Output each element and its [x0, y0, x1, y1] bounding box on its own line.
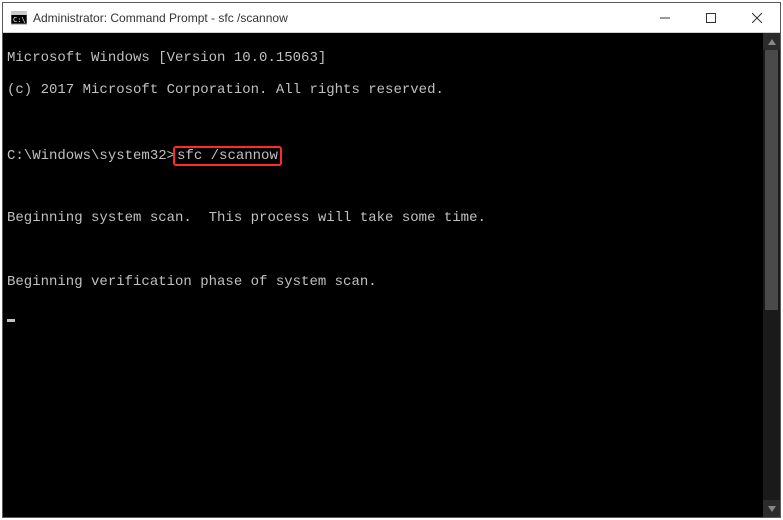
- window-title: Administrator: Command Prompt - sfc /sca…: [33, 11, 288, 25]
- command-highlight: sfc /scannow: [173, 146, 282, 166]
- svg-text:C:\: C:\: [13, 16, 26, 24]
- cursor: [7, 319, 15, 322]
- titlebar[interactable]: C:\ Administrator: Command Prompt - sfc …: [3, 3, 780, 33]
- cmd-icon: C:\: [11, 10, 27, 26]
- vertical-scrollbar[interactable]: [763, 33, 780, 517]
- close-button[interactable]: [734, 3, 780, 32]
- terminal-text: Beginning system scan. This process will…: [7, 210, 486, 226]
- terminal-text: (c) 2017 Microsoft Corporation. All righ…: [7, 82, 444, 98]
- scrollbar-track[interactable]: [763, 50, 780, 500]
- terminal-text: Beginning verification phase of system s…: [7, 274, 377, 290]
- scrollbar-down-button[interactable]: [763, 500, 780, 517]
- command-prompt-window: C:\ Administrator: Command Prompt - sfc …: [2, 2, 781, 518]
- maximize-button[interactable]: [688, 3, 734, 32]
- client-area: Microsoft Windows [Version 10.0.15063] (…: [3, 33, 780, 517]
- scrollbar-thumb[interactable]: [765, 50, 778, 310]
- terminal-command: sfc /scannow: [177, 148, 278, 164]
- minimize-button[interactable]: [642, 3, 688, 32]
- terminal-text: Microsoft Windows [Version 10.0.15063]: [7, 50, 326, 66]
- terminal-output[interactable]: Microsoft Windows [Version 10.0.15063] (…: [3, 33, 763, 517]
- terminal-prompt: C:\Windows\system32>: [7, 148, 175, 164]
- scrollbar-up-button[interactable]: [763, 33, 780, 50]
- window-controls: [642, 3, 780, 32]
